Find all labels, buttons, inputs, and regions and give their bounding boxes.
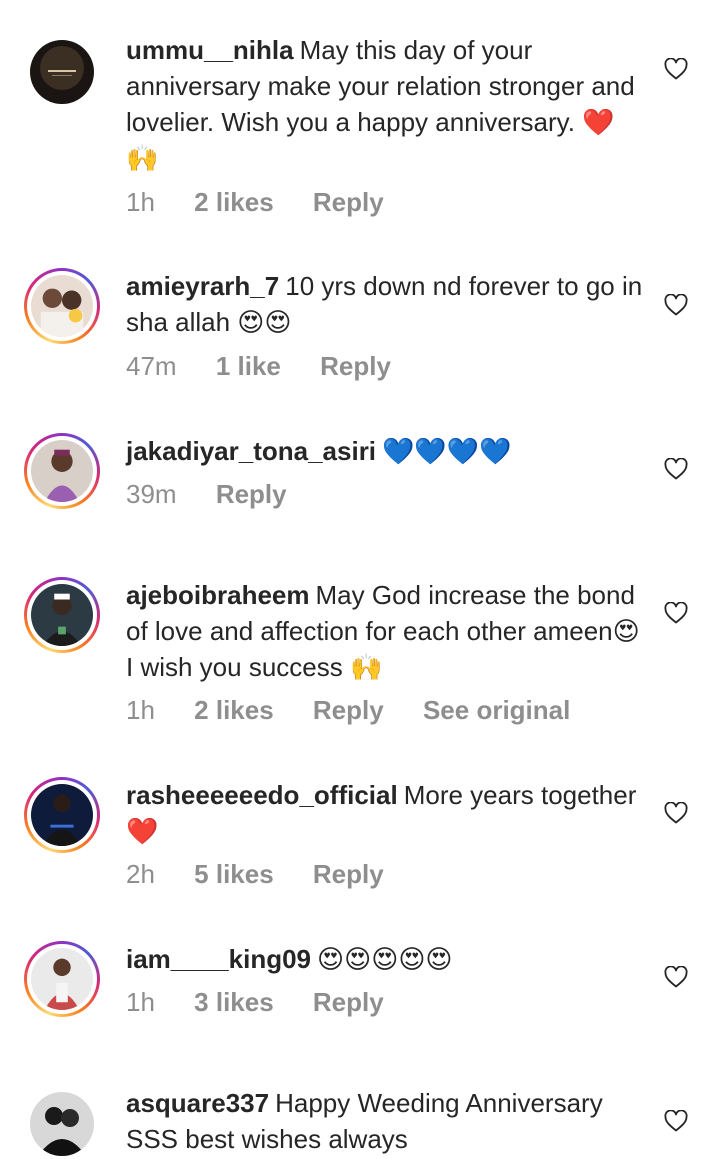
- comment-username[interactable]: jakadiyar_tona_asiri: [126, 436, 376, 466]
- comment-time: 1h: [126, 187, 155, 217]
- comment-time: 39m: [126, 479, 177, 509]
- comment-meta: 1h 3 likes Reply: [126, 987, 416, 1018]
- avatar[interactable]: [30, 1092, 94, 1156]
- comment-likes[interactable]: 1 like: [216, 351, 281, 381]
- comment-text: 😍😍😍😍😍: [317, 944, 453, 974]
- comment-time: 2h: [126, 859, 155, 889]
- reply-button[interactable]: Reply: [216, 479, 287, 509]
- avatar-image: [30, 1092, 94, 1156]
- avatar[interactable]: [24, 433, 100, 509]
- comment-time: 1h: [126, 695, 155, 725]
- comment-likes[interactable]: 2 likes: [194, 695, 274, 725]
- heart-outline-icon[interactable]: [664, 802, 688, 824]
- avatar-image: [31, 440, 93, 502]
- avatar[interactable]: [30, 40, 94, 104]
- comment-meta: 39m Reply: [126, 479, 319, 510]
- comment-username[interactable]: rasheeeeeedo_official: [126, 780, 398, 810]
- avatar-image: [30, 40, 94, 104]
- comment-body: asquare337 Happy Weeding Anniversary SSS …: [126, 1085, 646, 1157]
- comment-time: 47m: [126, 351, 177, 381]
- comment-likes[interactable]: 5 likes: [194, 859, 274, 889]
- avatar[interactable]: [24, 777, 100, 853]
- comment-text: 💙💙💙💙: [382, 436, 512, 466]
- avatar-image: [31, 948, 93, 1010]
- reply-button[interactable]: Reply: [320, 351, 391, 381]
- comment-meta: 1h 2 likes Reply: [126, 187, 416, 218]
- heart-outline-icon[interactable]: [664, 294, 688, 316]
- comment-username[interactable]: amieyrarh_7: [126, 271, 279, 301]
- comment-meta: 47m 1 like Reply: [126, 351, 423, 382]
- reply-button[interactable]: Reply: [313, 187, 384, 217]
- reply-button[interactable]: Reply: [313, 695, 384, 725]
- avatar[interactable]: [24, 268, 100, 344]
- comment-meta: 2h 5 likes Reply: [126, 859, 416, 890]
- see-original-button[interactable]: See original: [423, 695, 570, 725]
- comment-username[interactable]: ummu__nihla: [126, 35, 294, 65]
- heart-outline-icon[interactable]: [664, 458, 688, 480]
- comment-body: iam____king09 😍😍😍😍😍: [126, 941, 646, 977]
- heart-outline-icon[interactable]: [664, 1110, 688, 1132]
- comment-meta: 1h 2 likes Reply See original: [126, 695, 602, 726]
- avatar-image: [31, 584, 93, 646]
- comment-body: ajeboibraheem May God increase the bond o…: [126, 577, 646, 685]
- comment-body: jakadiyar_tona_asiri 💙💙💙💙: [126, 433, 646, 469]
- reply-button[interactable]: Reply: [313, 987, 384, 1017]
- comment-body: amieyrarh_7 10 yrs down nd forever to go …: [126, 268, 646, 340]
- avatar-image: [31, 275, 93, 337]
- heart-outline-icon[interactable]: [664, 58, 688, 80]
- comment-username[interactable]: iam____king09: [126, 944, 311, 974]
- comment-likes[interactable]: 3 likes: [194, 987, 274, 1017]
- comment-body: rasheeeeeedo_official More years together…: [126, 777, 646, 849]
- comment-username[interactable]: asquare337: [126, 1088, 269, 1118]
- heart-outline-icon[interactable]: [664, 602, 688, 624]
- comment-time: 1h: [126, 987, 155, 1017]
- avatar[interactable]: [24, 941, 100, 1017]
- reply-button[interactable]: Reply: [313, 859, 384, 889]
- comment-username[interactable]: ajeboibraheem: [126, 580, 310, 610]
- comment-likes[interactable]: 2 likes: [194, 187, 274, 217]
- avatar-image: [31, 784, 93, 846]
- heart-outline-icon[interactable]: [664, 966, 688, 988]
- comment-body: ummu__nihla May this day of your annivers…: [126, 32, 646, 176]
- avatar[interactable]: [24, 577, 100, 653]
